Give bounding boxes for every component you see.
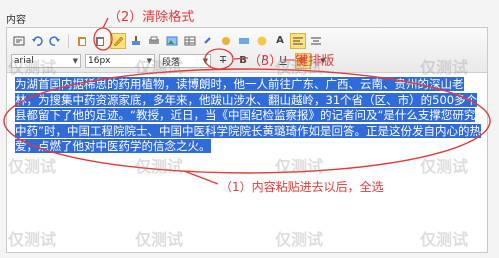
watermark: 仅测试 — [420, 157, 469, 176]
watermark: 仅测试 — [275, 58, 324, 77]
annotation-arrow-one-click — [233, 57, 249, 60]
watermark: 仅测试 — [135, 157, 184, 176]
watermark: 仅测试 — [275, 157, 324, 176]
annotation-oval-content — [3, 68, 491, 174]
watermark: 仅测试 — [8, 58, 57, 77]
annotation-arrow-clear-format — [102, 17, 109, 29]
watermark: 仅测试 — [275, 230, 324, 249]
watermark: 仅测试 — [8, 230, 57, 249]
watermark: 仅测试 — [420, 58, 469, 77]
watermark: 仅测试 — [420, 230, 469, 249]
annotation-oval-one-click — [204, 48, 234, 70]
watermark: 仅测试 — [8, 157, 57, 176]
annotation-oval-clear-format — [93, 27, 113, 51]
annotation-overlay — [3, 17, 491, 185]
watermark: 仅测试 — [135, 230, 184, 249]
watermark: 仅测试 — [135, 58, 184, 77]
